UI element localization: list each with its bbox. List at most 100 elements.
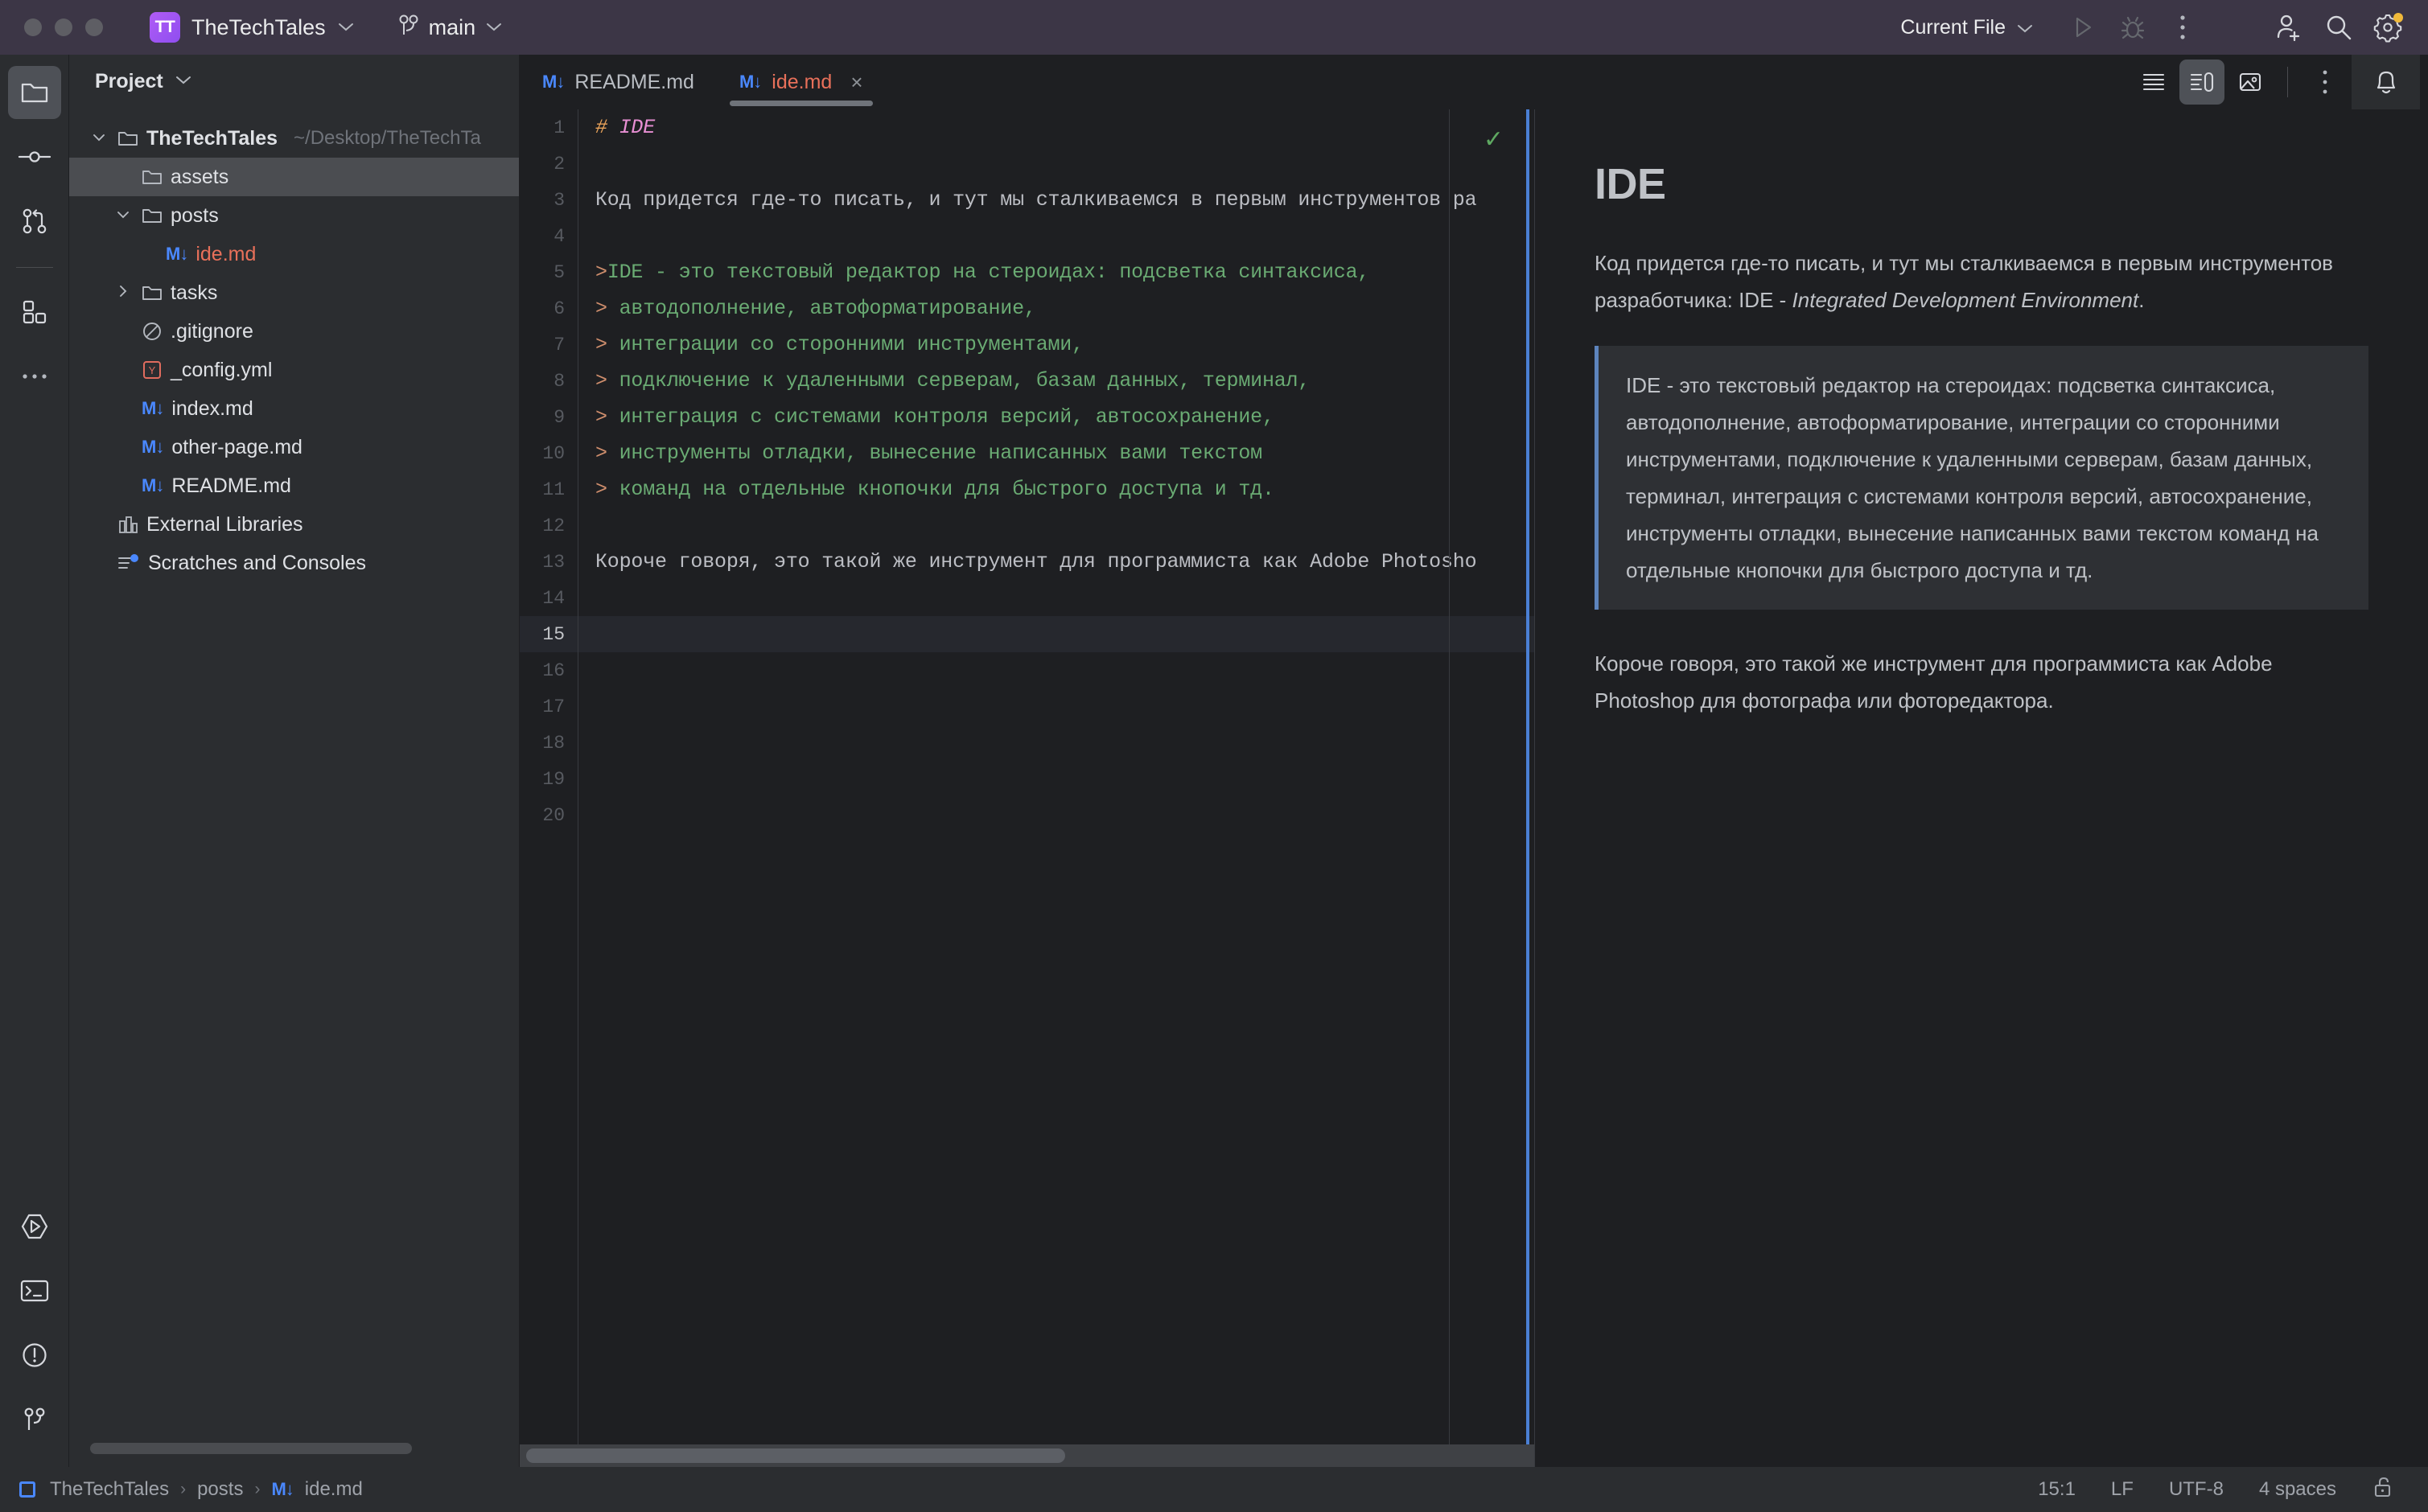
sidebar-item-problems[interactable] bbox=[8, 1329, 61, 1382]
preview-only-icon[interactable] bbox=[2228, 60, 2273, 105]
tree-item-label: External Libraries bbox=[146, 512, 303, 536]
window-controls[interactable] bbox=[24, 18, 103, 36]
line-number: 1 bbox=[554, 117, 565, 138]
debug-button[interactable] bbox=[2108, 0, 2158, 55]
line-separator[interactable]: LF bbox=[2111, 1478, 2134, 1501]
sidebar-item-more-tool-windows[interactable] bbox=[8, 350, 61, 403]
code-line[interactable]: 20 bbox=[520, 797, 1534, 833]
markdown-source-editor[interactable]: 1 # IDE 2 3 Код придется где-то писать, и ту… bbox=[520, 109, 1535, 1467]
chevron-down-icon[interactable] bbox=[113, 207, 134, 224]
code-line[interactable]: 7 > интеграции со сторонними инструментам… bbox=[520, 327, 1534, 363]
more-icon[interactable] bbox=[2302, 60, 2348, 105]
code-line[interactable]: 12 bbox=[520, 507, 1534, 544]
editor-toolbar bbox=[2131, 55, 2428, 109]
sidebar-item-plugins[interactable] bbox=[8, 286, 61, 339]
sidebar-item-pull-requests[interactable] bbox=[8, 195, 61, 248]
tree-item-gitignore[interactable]: .gitignore bbox=[69, 312, 519, 351]
breadcrumb-item-file[interactable]: ide.md bbox=[305, 1478, 363, 1501]
project-panel-scrollbar[interactable] bbox=[90, 1443, 412, 1454]
tree-item-tasks[interactable]: tasks bbox=[69, 273, 519, 312]
tree-item-posts[interactable]: posts bbox=[69, 196, 519, 235]
sidebar-item-commit[interactable] bbox=[8, 130, 61, 183]
code-line[interactable]: 2 bbox=[520, 146, 1534, 182]
tree-item-thetechtales[interactable]: TheTechTales ~/Desktop/TheTechTa bbox=[69, 119, 519, 158]
sidebar-item-version-control[interactable] bbox=[8, 1393, 61, 1446]
code-line[interactable]: 11 > команд на отдельные кнопочки для быс… bbox=[520, 471, 1534, 507]
branch-selector[interactable]: main bbox=[398, 13, 504, 43]
run-button[interactable] bbox=[2058, 0, 2108, 55]
tree-item-external-libraries[interactable]: External Libraries bbox=[69, 505, 519, 544]
code-line[interactable]: 18 bbox=[520, 725, 1534, 761]
editor-horizontal-scrollbar[interactable] bbox=[520, 1444, 1534, 1467]
code-line[interactable]: 10 > инструменты отладки, вынесение напис… bbox=[520, 435, 1534, 471]
markdown-icon: M↓ bbox=[142, 398, 164, 418]
tree-item-label: Scratches and Consoles bbox=[148, 551, 366, 574]
code-line[interactable]: 19 bbox=[520, 761, 1534, 797]
code-line[interactable]: 9 > интеграция с системами контроля верси… bbox=[520, 399, 1534, 435]
unlocked-icon[interactable] bbox=[2372, 1475, 2396, 1505]
add-user-button[interactable] bbox=[2264, 0, 2314, 55]
code-line[interactable]: 3 Код придется где-то писать, и тут мы ст… bbox=[520, 182, 1534, 218]
close-icon[interactable]: × bbox=[850, 70, 862, 95]
sidebar-item-terminal[interactable] bbox=[8, 1264, 61, 1317]
breadcrumb-item-folder[interactable]: posts bbox=[197, 1478, 243, 1501]
project-selector[interactable]: TT TheTechTales bbox=[150, 12, 355, 43]
settings-button[interactable] bbox=[2364, 0, 2414, 55]
tree-item-label: posts bbox=[171, 203, 219, 227]
preview-heading: IDE bbox=[1595, 160, 1666, 208]
file-encoding[interactable]: UTF-8 bbox=[2169, 1478, 2224, 1501]
code-line[interactable]: 4 bbox=[520, 218, 1534, 254]
sidebar-item-run[interactable] bbox=[8, 1200, 61, 1253]
line-text: > подключение к удаленными серверам, баз… bbox=[595, 369, 1311, 392]
tree-item-label: .gitignore bbox=[171, 319, 253, 343]
breadcrumb-item-project[interactable]: TheTechTales bbox=[50, 1478, 169, 1501]
caret-position[interactable]: 15:1 bbox=[2038, 1478, 2076, 1501]
project-tree: TheTechTales ~/Desktop/TheTechTa assets pos… bbox=[69, 108, 519, 582]
code-line[interactable]: 17 bbox=[520, 688, 1534, 725]
tree-item-other-page-md[interactable]: M↓ other-page.md bbox=[69, 428, 519, 466]
main-body: Project TheTechTales ~/Desktop/TheTechTa a… bbox=[0, 55, 2428, 1467]
tree-item-label: ide.md bbox=[195, 242, 257, 265]
code-line[interactable]: 1 # IDE bbox=[520, 109, 1534, 146]
code-line[interactable]: 15 bbox=[520, 616, 1534, 652]
tree-item-assets[interactable]: assets bbox=[69, 158, 519, 196]
maximize-window-button[interactable] bbox=[85, 18, 103, 36]
code-line[interactable]: 8 > подключение к удаленными серверам, ба… bbox=[520, 363, 1534, 399]
run-configuration-selector[interactable]: Current File bbox=[1900, 16, 2034, 39]
editor-and-preview-icon[interactable] bbox=[2179, 60, 2224, 105]
indent-setting[interactable]: 4 spaces bbox=[2259, 1478, 2336, 1501]
code-line[interactable]: 13 Короче говоря, это такой же инструмент… bbox=[520, 544, 1534, 580]
code-line[interactable]: 16 bbox=[520, 652, 1534, 688]
chevron-right-icon[interactable] bbox=[113, 284, 134, 302]
tree-item-config-yml[interactable]: Y _config.yml bbox=[69, 351, 519, 389]
inspection-status-icon[interactable]: ✓ bbox=[1484, 125, 1504, 154]
editor-preview-split: 1 # IDE 2 3 Код придется где-то писать, и ту… bbox=[520, 109, 2428, 1467]
tab-label: ide.md bbox=[772, 70, 833, 93]
tree-item-readme-md[interactable]: M↓ README.md bbox=[69, 466, 519, 505]
tree-item-index-md[interactable]: M↓ index.md bbox=[69, 389, 519, 428]
search-button[interactable] bbox=[2314, 0, 2364, 55]
code-line[interactable]: 6 > автодополнение, автоформатирование, bbox=[520, 290, 1534, 327]
close-window-button[interactable] bbox=[24, 18, 42, 36]
tree-item-ide-md[interactable]: M↓ ide.md bbox=[69, 235, 519, 273]
line-text: >IDE - это текстовый редактор на стероид… bbox=[595, 261, 1370, 284]
tree-item-scratches-and-consoles[interactable]: Scratches and Consoles bbox=[69, 544, 519, 582]
editor-only-icon[interactable] bbox=[2131, 60, 2176, 105]
chevron-down-icon[interactable] bbox=[88, 130, 109, 146]
minimize-window-button[interactable] bbox=[55, 18, 72, 36]
line-number: 15 bbox=[542, 623, 565, 645]
markdown-icon: M↓ bbox=[142, 437, 164, 457]
tab-readme-md[interactable]: M↓ README.md bbox=[520, 55, 717, 109]
scrollbar-thumb[interactable] bbox=[526, 1448, 1065, 1463]
right-margin-line bbox=[1449, 109, 1450, 1467]
code-line[interactable]: 14 bbox=[520, 580, 1534, 616]
code-lines[interactable]: 1 # IDE 2 3 Код придется где-то писать, и ту… bbox=[520, 109, 1534, 1467]
code-line[interactable]: 5 >IDE - это текстовый редактор на стерои… bbox=[520, 254, 1534, 290]
sidebar-item-project[interactable] bbox=[7, 66, 61, 119]
project-panel-header[interactable]: Project bbox=[69, 55, 519, 108]
notifications-button[interactable] bbox=[2351, 55, 2420, 109]
more-options-button[interactable] bbox=[2158, 0, 2208, 55]
tab-ide-md[interactable]: M↓ ide.md × bbox=[717, 55, 886, 109]
preview-emphasis: Integrated Development Environment bbox=[1792, 288, 2139, 313]
preview-paragraph-1: Код придется где-то писать, и тут мы ста… bbox=[1595, 244, 2368, 318]
